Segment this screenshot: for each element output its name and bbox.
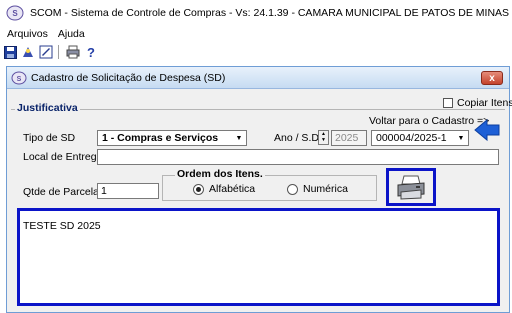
chevron-down-icon: ▼ xyxy=(235,134,243,142)
memo-text: TESTE SD 2025 xyxy=(23,220,101,232)
save-icon[interactable] xyxy=(2,44,18,60)
wizard-icon[interactable] xyxy=(20,44,36,60)
justificativa-memo[interactable]: TESTE SD 2025 xyxy=(17,208,500,306)
sd-select-value: 000004/2025-1 xyxy=(376,132,447,144)
arrow-left-icon xyxy=(474,118,500,142)
menu-item-arquivos[interactable]: Arquivos xyxy=(7,28,48,40)
svg-text:S: S xyxy=(12,9,18,18)
close-icon: x xyxy=(489,72,495,84)
qtde-parcelas-input[interactable]: 1 xyxy=(97,183,159,199)
copiar-itens-label: Copiar Itens xyxy=(457,97,512,109)
ordem-itens-label: Ordem dos Itens. xyxy=(175,168,265,180)
edit-icon[interactable] xyxy=(38,44,54,60)
justificativa-label: Justificativa xyxy=(15,102,80,114)
app-logo-icon: S xyxy=(6,5,24,21)
sd-select[interactable]: 000004/2025-1 ▼ xyxy=(371,130,469,146)
printer-icon xyxy=(397,175,425,200)
print-button[interactable] xyxy=(386,168,436,206)
app-title: SCOM - Sistema de Controle de Compras - … xyxy=(30,7,510,19)
radio-alfabetica-label: Alfabética xyxy=(209,183,256,195)
copiar-itens[interactable]: Copiar Itens xyxy=(443,97,512,109)
local-entrega-label: Local de Entrega xyxy=(23,151,103,163)
local-entrega-input[interactable] xyxy=(97,149,499,165)
radio-alfabetica[interactable]: Alfabética xyxy=(193,183,255,195)
justificativa-group-border xyxy=(11,109,505,110)
app-title-bar: S SCOM - Sistema de Controle de Compras … xyxy=(0,0,512,26)
qtde-parcelas-label: Qtde de Parcelas xyxy=(23,186,105,198)
menu-bar: Arquivos Ajuda xyxy=(0,26,512,42)
ano-spinner[interactable]: ▲ ▼ xyxy=(318,130,329,145)
radio-numerica[interactable]: Numérica xyxy=(287,183,348,195)
help-icon[interactable]: ? xyxy=(83,44,99,60)
sd-window: S Cadastro de Solicitação de Despesa (SD… xyxy=(6,66,512,313)
svg-text:S: S xyxy=(17,76,22,83)
window-title-bar: S Cadastro de Solicitação de Despesa (SD… xyxy=(7,67,509,89)
radio-alfabetica-dot[interactable] xyxy=(193,183,204,195)
toolbar-separator xyxy=(58,45,59,59)
print-icon[interactable] xyxy=(65,44,81,60)
tipo-sd-select[interactable]: 1 - Compras e Serviços ▼ xyxy=(97,130,247,146)
window-logo-icon: S xyxy=(11,71,27,84)
svg-text:?: ? xyxy=(87,45,95,59)
close-button[interactable]: x xyxy=(481,71,503,85)
chevron-down-icon: ▼ xyxy=(457,134,465,142)
voltar-arrow-button[interactable] xyxy=(473,117,501,143)
tipo-sd-value: 1 - Compras e Serviços xyxy=(102,132,219,144)
ano-sd-label: Ano / S.D. xyxy=(274,132,322,144)
tipo-sd-label: Tipo de SD xyxy=(23,132,76,144)
spin-down-icon[interactable]: ▼ xyxy=(319,138,328,145)
toolbar: ? xyxy=(0,42,512,62)
ano-input[interactable]: 2025 xyxy=(331,130,367,146)
menu-item-ajuda[interactable]: Ajuda xyxy=(58,28,85,40)
radio-numerica-dot[interactable] xyxy=(287,183,298,195)
copiar-itens-checkbox[interactable] xyxy=(443,98,453,108)
window-title: Cadastro de Solicitação de Despesa (SD) xyxy=(31,71,226,84)
radio-numerica-label: Numérica xyxy=(303,183,348,195)
voltar-label: Voltar para o Cadastro => xyxy=(369,115,490,127)
